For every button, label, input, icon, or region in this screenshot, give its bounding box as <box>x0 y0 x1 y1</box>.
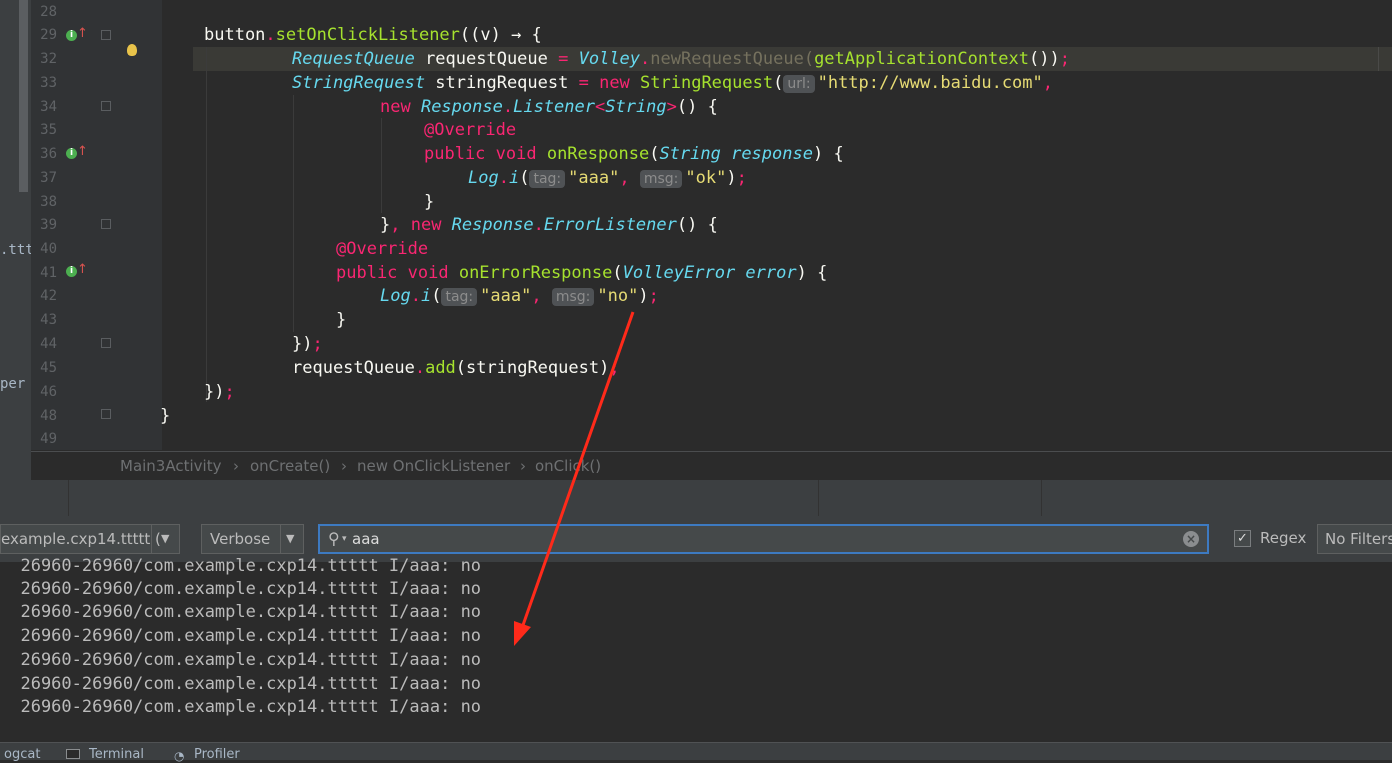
annotation-arrow <box>514 311 635 646</box>
